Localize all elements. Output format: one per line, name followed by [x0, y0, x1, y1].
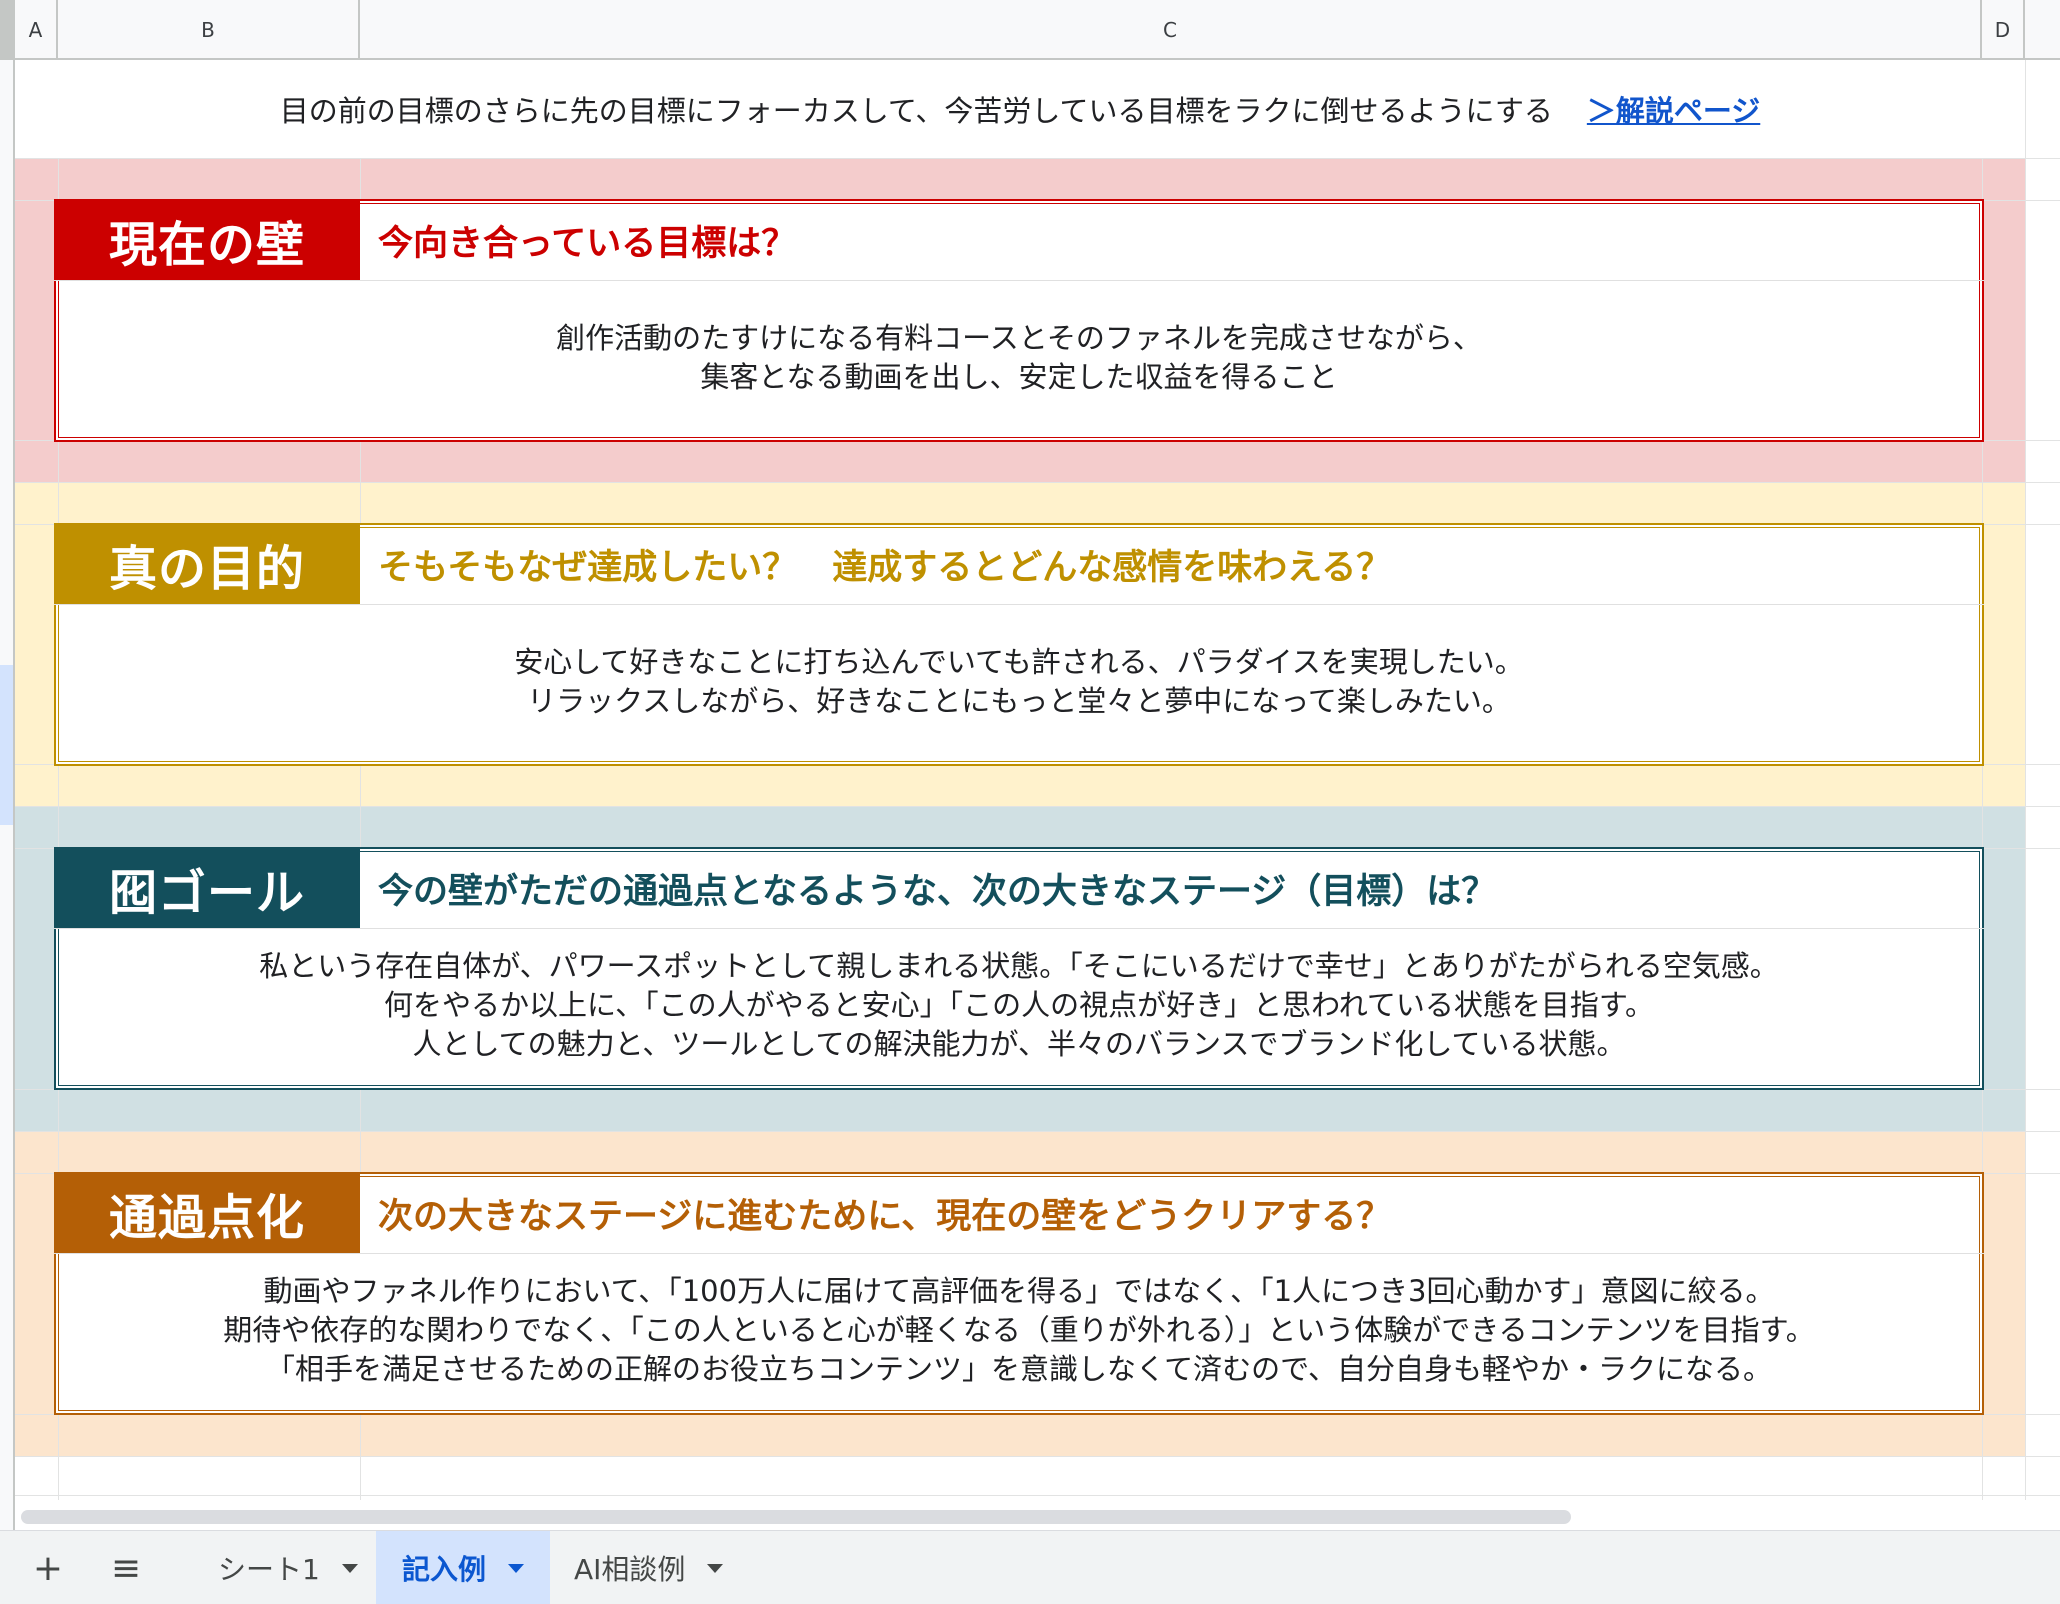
- section-body[interactable]: 動画やファネル作りにおいて、「100万人に届けて高評価を得る」ではなく、「1人に…: [64, 1254, 1974, 1407]
- row-selection-highlight: [0, 665, 13, 825]
- add-sheet-button[interactable]: +: [18, 1531, 78, 1604]
- sheet-tab-label: シート1: [218, 1553, 320, 1586]
- body-line: 何をやるか以上に、「この人がやると安心」「この人の視点が好き」と思われている状態…: [384, 988, 1654, 1022]
- section-label: 真の目的: [54, 523, 360, 605]
- menu-icon: ≡: [110, 1547, 142, 1589]
- intro-text: 目の前の目標のさらに先の目標にフォーカスして、今苦労している目標をラクに倒せるよ…: [279, 94, 1553, 128]
- column-header-c[interactable]: C: [360, 0, 1982, 60]
- row-header[interactable]: [0, 60, 15, 1530]
- body-line: 創作活動のたすけになる有料コースとそのファネルを完成させながら、: [556, 320, 1482, 355]
- sheet-tab-example[interactable]: 記入例: [376, 1531, 550, 1604]
- section-question: 次の大きなステージに進むために、現在の壁をどうクリアする？: [378, 1196, 1392, 1237]
- grid-line: [15, 806, 2060, 807]
- column-header-b[interactable]: B: [58, 0, 360, 60]
- select-all-corner[interactable]: [0, 0, 15, 60]
- body-line: 期待や依存的な関わりでなく、「この人といると心が軽くなる（重りが外れる）」という…: [223, 1313, 1815, 1347]
- column-header-d[interactable]: D: [1982, 0, 2025, 60]
- all-sheets-button[interactable]: ≡: [96, 1531, 156, 1604]
- section-label: 通過点化: [54, 1172, 360, 1254]
- section-body[interactable]: 創作活動のたすけになる有料コースとそのファネルを完成させながら、 集客となる動画…: [64, 281, 1974, 434]
- section-question: 今の壁がただの通過点となるような、次の大きなステージ（目標）は？: [378, 871, 1497, 912]
- column-header-a[interactable]: A: [15, 0, 58, 60]
- body-line: 私という存在自体が、パワースポットとして親しまれる状態。「そこにいるだけで幸せ」…: [259, 949, 1779, 983]
- grid-line: [2025, 60, 2026, 1530]
- body-line: 人としての魅力と、ツールとしての解決能力が、半々のバランスでブランド化している状…: [412, 1027, 1626, 1061]
- section-body[interactable]: 安心して好きなことに打ち込んでいても許される、パラダイスを実現したい。 リラック…: [64, 605, 1974, 758]
- horizontal-scrollbar[interactable]: [15, 1500, 2060, 1530]
- grid-line: [15, 1131, 2060, 1132]
- grid-line: [15, 158, 2060, 159]
- grid-line: [15, 1456, 2060, 1457]
- body-line: 動画やファネル作りにおいて、「100万人に届けて高評価を得る」ではなく、「1人に…: [263, 1274, 1775, 1308]
- column-header: A B C D: [0, 0, 2060, 60]
- section-card-waypoint[interactable]: 通過点化 次の大きなステージに進むために、現在の壁をどうクリアする？ 動画やファ…: [54, 1172, 1984, 1415]
- chevron-down-icon[interactable]: [508, 1563, 525, 1573]
- section-card-decoy-goal[interactable]: 囮ゴール 今の壁がただの通過点となるような、次の大きなステージ（目標）は？ 私と…: [54, 847, 1984, 1090]
- sheet-tab-ai-consult[interactable]: AI相談例: [550, 1531, 750, 1604]
- chevron-down-icon[interactable]: [707, 1563, 724, 1573]
- section-question: 今向き合っている目標は？: [378, 223, 797, 264]
- section-label: 囮ゴール: [54, 847, 360, 929]
- section-card-true-purpose[interactable]: 真の目的 そもそもなぜ達成したい？ 達成するとどんな感情を味わえる？ 安心して好…: [54, 523, 1984, 766]
- grid-line: [15, 482, 2060, 483]
- sheet-tab-label: 記入例: [402, 1553, 487, 1586]
- body-line: 「相手を満足させるための正解のお役立ちコンテンツ」を意識しなくて済むので、自分自…: [266, 1352, 1772, 1386]
- explanation-page-link[interactable]: ＞解説ページ: [1587, 88, 1760, 130]
- sheet-tab-sheet1[interactable]: シート1: [196, 1531, 376, 1604]
- body-line: リラックスしながら、好きなことにもっと堂々と夢中になって楽しみたい。: [527, 683, 1511, 718]
- section-label: 現在の壁: [54, 199, 360, 281]
- body-line: 集客となる動画を出し、安定した収益を得ること: [700, 359, 1338, 394]
- scrollbar-thumb[interactable]: [21, 1510, 1571, 1524]
- section-card-current-wall[interactable]: 現在の壁 今向き合っている目標は？ 創作活動のたすけになる有料コースとそのファネ…: [54, 199, 1984, 442]
- sheet-tab-bar: + ≡ シート1 記入例 AI相談例: [0, 1530, 2060, 1604]
- grid-line: [15, 1495, 2060, 1496]
- plus-icon: +: [32, 1547, 64, 1589]
- section-body[interactable]: 私という存在自体が、パワースポットとして親しまれる状態。「そこにいるだけで幸せ」…: [64, 929, 1974, 1082]
- intro-row[interactable]: 目の前の目標のさらに先の目標にフォーカスして、今苦労している目標をラクに倒せるよ…: [15, 60, 2025, 158]
- sheet-tab-label: AI相談例: [574, 1553, 686, 1586]
- section-question: そもそもなぜ達成したい？ 達成するとどんな感情を味わえる？: [378, 547, 1392, 588]
- body-line: 安心して好きなことに打ち込んでいても許される、パラダイスを実現したい。: [514, 644, 1524, 679]
- chevron-down-icon[interactable]: [341, 1563, 358, 1573]
